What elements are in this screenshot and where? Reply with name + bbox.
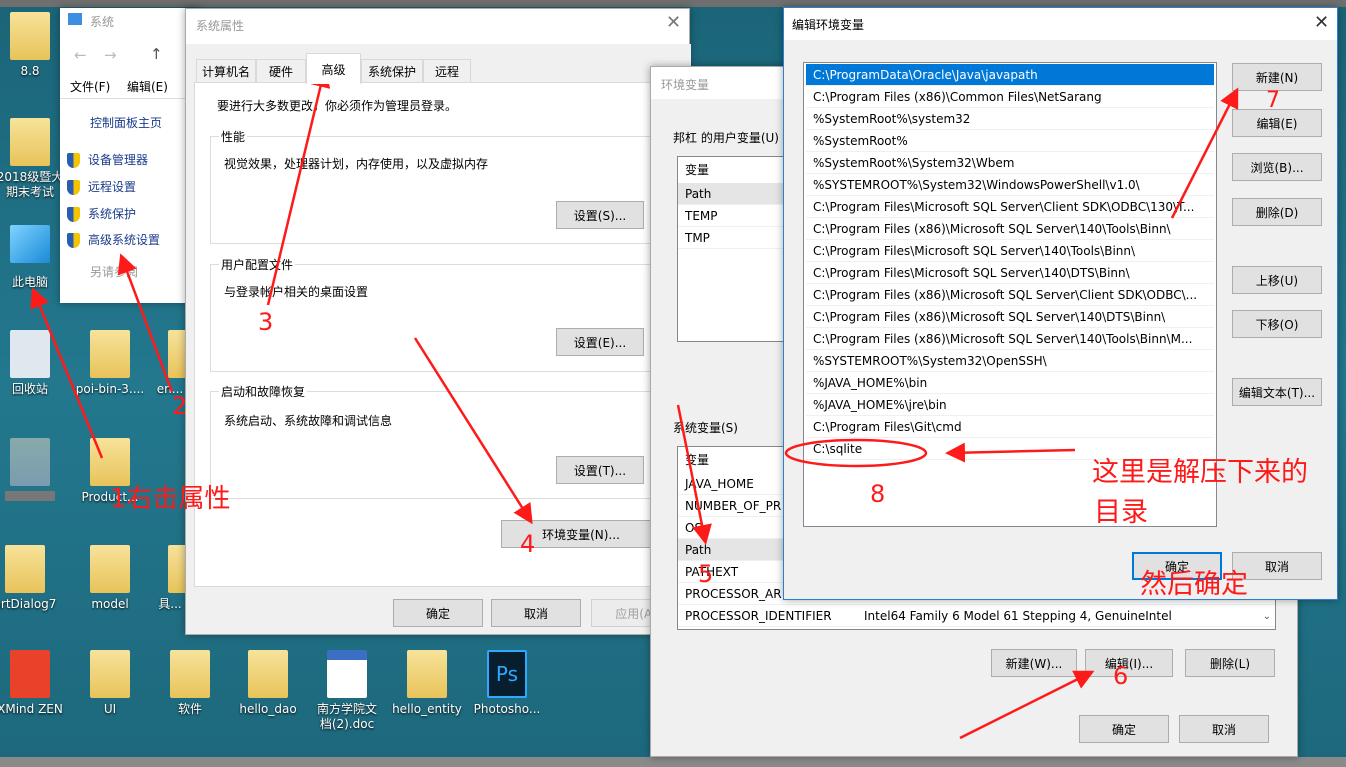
annotation-step8: 8	[870, 480, 886, 508]
arrow-step3	[266, 67, 331, 306]
arrow-step1	[30, 287, 104, 459]
annotation-confirm: 然后确定	[1140, 569, 1248, 600]
annotation-step5: 5	[698, 560, 714, 588]
annotation-step4: 4	[520, 530, 536, 558]
annotation-step1: 1右击属性	[110, 484, 231, 514]
arrow-step8	[945, 442, 1076, 463]
arrow-step6	[959, 670, 1095, 740]
annotation-note: 这里是解压下来的	[1092, 457, 1308, 488]
annotation-step3: 3	[258, 308, 274, 336]
arrow-step2	[117, 253, 174, 393]
tab-advanced[interactable]: 高级	[306, 53, 361, 84]
annotation-step2: 2	[172, 392, 188, 420]
annotation-step6: 6	[1113, 662, 1129, 690]
arrow-step5	[676, 404, 712, 545]
annotation-note: 目录	[1094, 497, 1148, 528]
highlight-ellipse	[784, 438, 928, 468]
arrow-step4	[413, 337, 533, 525]
annotation-arrows	[30, 67, 1239, 740]
arrow-step7	[1170, 87, 1239, 219]
annotation-step7: 7	[1266, 88, 1280, 113]
